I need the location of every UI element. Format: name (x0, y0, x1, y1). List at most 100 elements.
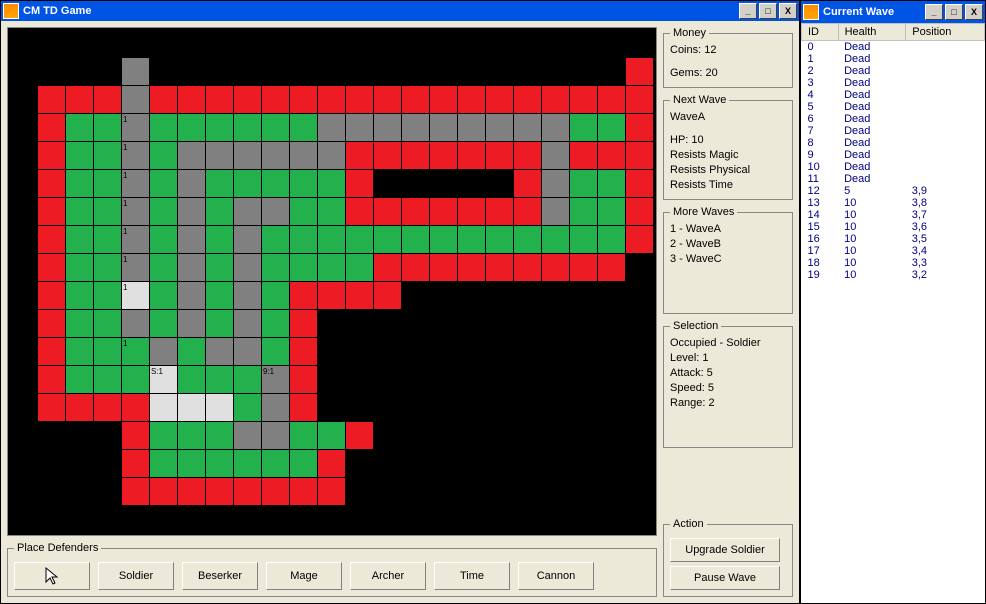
grid-cell[interactable] (178, 142, 205, 169)
grid-cell[interactable] (178, 114, 205, 141)
grid-cell[interactable] (178, 450, 205, 477)
grid-cell[interactable] (458, 338, 485, 365)
grid-cell[interactable] (66, 422, 93, 449)
grid-cell[interactable] (290, 226, 317, 253)
grid-cell[interactable] (430, 58, 457, 85)
grid-cell[interactable] (66, 394, 93, 421)
grid-cell[interactable] (542, 310, 569, 337)
table-row[interactable]: 19103,2 (802, 269, 985, 281)
grid-cell[interactable]: S:1 (150, 366, 177, 393)
table-row[interactable]: 10Dead (802, 161, 985, 173)
grid-cell[interactable] (66, 114, 93, 141)
grid-cell[interactable] (486, 198, 513, 225)
grid-cell[interactable] (206, 310, 233, 337)
grid-cell[interactable] (150, 198, 177, 225)
grid-cell[interactable] (234, 198, 261, 225)
game-grid[interactable]: 11111111S:19:1 (7, 27, 657, 536)
grid-cell[interactable] (178, 226, 205, 253)
grid-cell[interactable] (514, 86, 541, 113)
grid-cell[interactable] (38, 450, 65, 477)
grid-cell[interactable] (66, 478, 93, 505)
grid-cell[interactable] (430, 114, 457, 141)
grid-cell[interactable] (486, 30, 513, 57)
pause-button[interactable]: Pause Wave (670, 566, 780, 590)
grid-cell[interactable] (262, 58, 289, 85)
col-position[interactable]: Position (906, 24, 985, 41)
grid-cell[interactable] (402, 366, 429, 393)
grid-cell[interactable] (570, 450, 597, 477)
grid-cell[interactable] (318, 338, 345, 365)
grid-cell[interactable] (430, 142, 457, 169)
grid-cell[interactable] (346, 30, 373, 57)
grid-cell[interactable] (626, 86, 653, 113)
grid-cell[interactable] (430, 30, 457, 57)
grid-cell[interactable] (38, 58, 65, 85)
grid-cell[interactable] (626, 198, 653, 225)
grid-cell[interactable] (10, 282, 37, 309)
grid-cell[interactable] (66, 366, 93, 393)
grid-cell[interactable]: 1 (122, 142, 149, 169)
wave-titlebar[interactable]: Current Wave _ □ X (801, 1, 985, 23)
grid-cell[interactable] (346, 506, 373, 533)
grid-cell[interactable] (626, 142, 653, 169)
grid-cell[interactable] (178, 394, 205, 421)
grid-cell[interactable] (66, 198, 93, 225)
grid-cell[interactable] (458, 422, 485, 449)
grid-cell[interactable] (290, 114, 317, 141)
grid-cell[interactable] (206, 254, 233, 281)
grid-cell[interactable] (66, 142, 93, 169)
grid-cell[interactable] (206, 282, 233, 309)
grid-cell[interactable] (10, 170, 37, 197)
grid-cell[interactable] (570, 226, 597, 253)
grid-cell[interactable] (206, 58, 233, 85)
grid-cell[interactable] (402, 394, 429, 421)
table-row[interactable]: 1253,9 (802, 185, 985, 197)
grid-cell[interactable] (514, 58, 541, 85)
grid-cell[interactable] (10, 422, 37, 449)
grid-cell[interactable] (402, 254, 429, 281)
grid-cell[interactable] (486, 86, 513, 113)
grid-cell[interactable] (262, 30, 289, 57)
grid-cell[interactable] (542, 30, 569, 57)
grid-cell[interactable] (150, 394, 177, 421)
grid-cell[interactable] (206, 366, 233, 393)
grid-cell[interactable] (94, 422, 121, 449)
grid-cell[interactable] (234, 254, 261, 281)
grid-cell[interactable] (402, 478, 429, 505)
grid-cell[interactable] (374, 478, 401, 505)
grid-cell[interactable] (626, 478, 653, 505)
grid-cell[interactable] (626, 394, 653, 421)
grid-cell[interactable] (346, 198, 373, 225)
grid-cell[interactable] (10, 450, 37, 477)
grid-cell[interactable] (38, 30, 65, 57)
grid-cell[interactable] (234, 58, 261, 85)
grid-cell[interactable] (122, 30, 149, 57)
grid-cell[interactable] (626, 30, 653, 57)
grid-cell[interactable]: 1 (122, 338, 149, 365)
grid-cell[interactable] (66, 506, 93, 533)
grid-cell[interactable] (486, 254, 513, 281)
grid-cell[interactable] (38, 170, 65, 197)
grid-cell[interactable] (430, 478, 457, 505)
grid-cell[interactable] (38, 198, 65, 225)
grid-cell[interactable] (570, 422, 597, 449)
grid-cell[interactable] (486, 506, 513, 533)
grid-cell[interactable] (94, 450, 121, 477)
grid-cell[interactable] (570, 58, 597, 85)
grid-cell[interactable] (542, 366, 569, 393)
grid-cell[interactable] (262, 198, 289, 225)
grid-cell[interactable] (318, 58, 345, 85)
grid-cell[interactable] (178, 58, 205, 85)
grid-cell[interactable] (94, 478, 121, 505)
grid-cell[interactable] (206, 30, 233, 57)
table-row[interactable]: 5Dead (802, 101, 985, 113)
grid-cell[interactable] (262, 422, 289, 449)
grid-cell[interactable] (290, 450, 317, 477)
grid-cell[interactable] (598, 170, 625, 197)
grid-cell[interactable] (598, 142, 625, 169)
grid-cell[interactable] (122, 86, 149, 113)
beserker-button[interactable]: Beserker (182, 562, 258, 590)
grid-cell[interactable] (402, 170, 429, 197)
grid-cell[interactable] (458, 86, 485, 113)
grid-cell[interactable] (290, 394, 317, 421)
